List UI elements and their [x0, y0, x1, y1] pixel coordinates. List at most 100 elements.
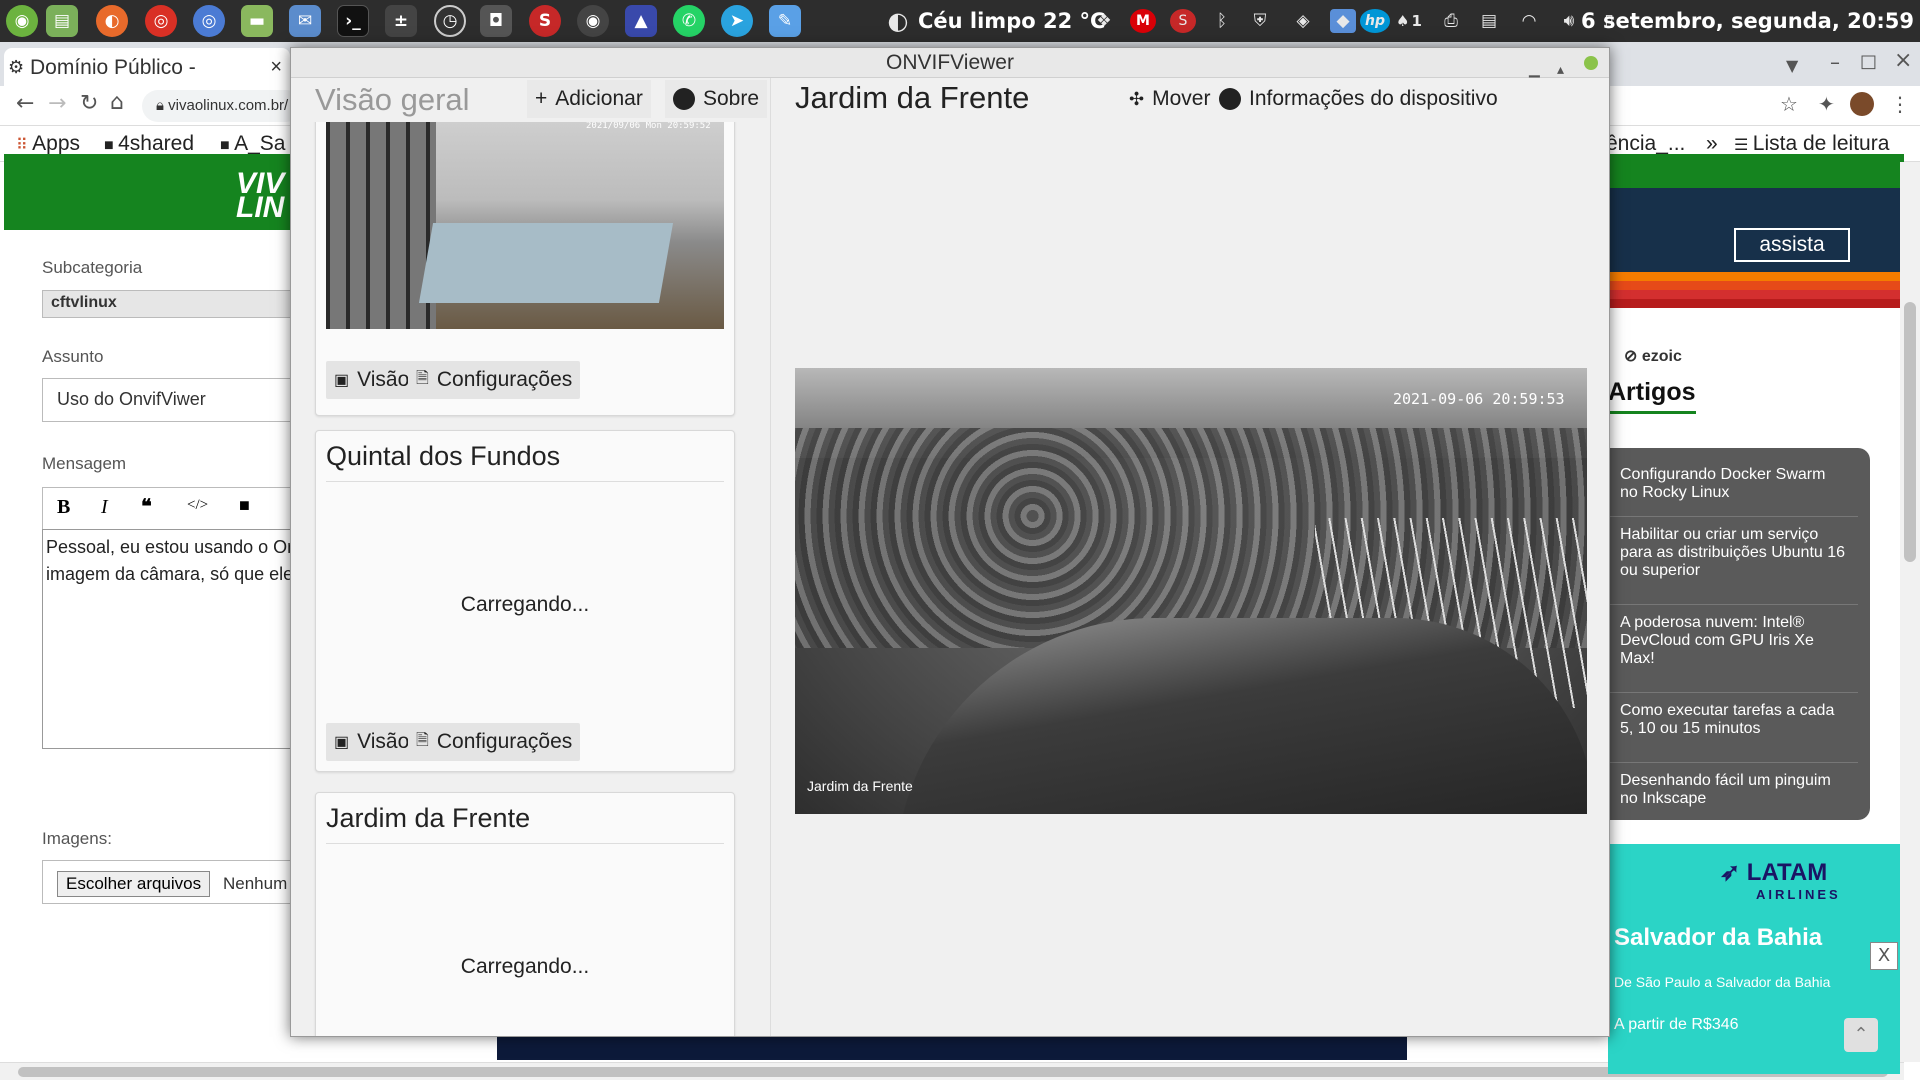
archive-app-icon[interactable]: ▲	[625, 5, 657, 37]
code-button[interactable]: </>	[187, 497, 208, 514]
article-divider	[1608, 762, 1858, 763]
bold-button[interactable]: B	[57, 496, 70, 519]
nvidia-icon[interactable]: ◈	[1288, 9, 1318, 33]
bookmark-encia[interactable]: ência_...	[1606, 132, 1685, 156]
clipboard-icon[interactable]: ▤	[1476, 9, 1502, 33]
camera-thumbnail[interactable]: 2021/09/06 Mon 20:59:52	[326, 122, 724, 329]
video-button[interactable]: ■	[239, 495, 250, 516]
clock-text[interactable]: 6 setembro, segunda, 20:59	[1581, 9, 1914, 33]
message-line: Pessoal, eu estou usando o On	[46, 537, 292, 557]
bookmark-apps[interactable]: ⠿ Apps	[16, 132, 80, 156]
chrome-close-icon[interactable]: ×	[1894, 48, 1912, 73]
ad-close-button[interactable]: X	[1870, 942, 1898, 970]
apps-grid-icon: ⠿	[16, 137, 33, 154]
bookmark-asa[interactable]: ■ A_Sa	[220, 132, 285, 156]
extensions-icon[interactable]: ✦	[1818, 92, 1835, 116]
webcam-app-icon[interactable]: ◉	[577, 5, 609, 37]
url-field[interactable]: 🔒︎ vivaolinux.com.br/	[142, 90, 302, 122]
article-link[interactable]: Como executar tarefas a cada 5, 10 ou 15…	[1608, 702, 1858, 738]
reload-icon[interactable]: ↻	[80, 91, 98, 116]
window-titlebar[interactable]: ONVIFViewer ▁ ▴	[291, 48, 1609, 78]
bookmark-star-icon[interactable]: ☆	[1780, 92, 1798, 116]
editor-app-icon[interactable]: ✎	[769, 5, 801, 37]
whatsapp-icon[interactable]: ✆	[673, 5, 705, 37]
firefox-icon[interactable]: ◐	[96, 5, 128, 37]
article-divider	[1608, 516, 1858, 517]
latam-ad[interactable]: ➶ LATAM AIRLINES Salvador da Bahia De Sã…	[1608, 844, 1900, 1074]
latam-brand: LATAM	[1746, 859, 1828, 886]
bookmark-more[interactable]: »	[1706, 132, 1718, 156]
chrome-maximize-icon[interactable]: □	[1860, 51, 1877, 72]
image-icon: ▣	[334, 372, 350, 389]
mint-menu-icon[interactable]: ◉	[6, 5, 38, 37]
loading-text: Carregando...	[460, 593, 590, 616]
chrome-menu-icon[interactable]: ⋮	[1890, 92, 1910, 116]
home-icon[interactable]: ⌂	[110, 90, 124, 115]
add-button[interactable]: + Adicionar	[527, 80, 651, 118]
camera-stream[interactable]: 2021-09-06 20:59:53 Jardim da Frente	[795, 368, 1587, 814]
ad-title: Salvador da Bahia	[1614, 924, 1823, 951]
article-link[interactable]: Habilitar ou criar um serviço para as di…	[1608, 526, 1858, 580]
volume-icon[interactable]: 🔊︎	[1554, 9, 1584, 33]
message-textarea[interactable]: Pessoal, eu estou usando o On imagem da …	[42, 529, 292, 749]
article-link[interactable]: Desenhando fácil um pinguim no Inkscape	[1608, 772, 1858, 808]
clock-app-icon[interactable]: ◷	[434, 5, 466, 37]
settings-button-label: Configurações	[436, 368, 573, 391]
scroll-top-button[interactable]: ⌃	[1844, 1018, 1878, 1052]
chrome-icon[interactable]: ◎	[145, 5, 177, 37]
device-info-label: Informações do dispositivo	[1249, 87, 1498, 110]
forward-icon[interactable]: →	[48, 91, 66, 116]
assista-button[interactable]: assista	[1734, 228, 1850, 262]
ad-stripes	[1608, 272, 1900, 308]
choose-files-button[interactable]: Escolher arquivos	[57, 871, 211, 897]
wifi-icon[interactable]: ◠	[1514, 9, 1544, 33]
file-input[interactable]: Escolher arquivos Nenhum	[42, 860, 292, 904]
mail-icon[interactable]: ✉	[289, 5, 321, 37]
settings-button[interactable]: 🗎︎ Configurações	[408, 361, 581, 399]
chrome-minimize-icon[interactable]: –	[1830, 50, 1840, 74]
tray-app-icon[interactable]: ◆	[1330, 9, 1356, 33]
subcategory-field[interactable]: cftvlinux	[42, 290, 292, 318]
calculator-icon[interactable]: ±	[385, 5, 417, 37]
hp-icon[interactable]: hp	[1360, 9, 1390, 33]
article-divider	[1608, 604, 1858, 605]
folder-icon[interactable]: ▬	[241, 5, 273, 37]
move-button[interactable]: ✣ Mover	[1121, 80, 1218, 118]
article-link[interactable]: Configurando Docker Swarm no Rocky Linux	[1608, 466, 1858, 502]
shield-icon[interactable]: ⛨	[1246, 9, 1274, 33]
video-ad-panel[interactable]: assista	[1608, 188, 1900, 308]
bluetooth-icon[interactable]: ᛒ	[1210, 9, 1234, 33]
italic-button[interactable]: I	[101, 496, 108, 519]
settings-button[interactable]: 🗎︎ Configurações	[408, 723, 581, 761]
browser-tab[interactable]: ⚙ Domínio Público - ×	[4, 48, 290, 86]
quote-button[interactable]: ❝	[141, 494, 152, 519]
screenshot-app-icon[interactable]: S	[529, 5, 561, 37]
weather-text[interactable]: Céu limpo 22 °C	[918, 9, 1105, 33]
onvif-app-icon[interactable]: ◘	[480, 5, 512, 37]
view-button[interactable]: ▣ Visão	[326, 361, 418, 399]
folder-icon: ■	[104, 137, 119, 154]
article-link[interactable]: A poderosa nuvem: Intel® DevCloud com GP…	[1608, 614, 1858, 668]
chrome-menu-down-icon[interactable]: ▼	[1786, 56, 1798, 75]
back-icon[interactable]: ←	[16, 91, 34, 116]
screenshot-tray-icon[interactable]: S	[1170, 9, 1196, 33]
subject-field[interactable]: Uso do OnvifViwer	[42, 378, 292, 422]
terminal-icon[interactable]: ›_	[337, 5, 369, 37]
mega-icon[interactable]: M	[1130, 9, 1156, 33]
device-info-button[interactable]: Informações do dispositivo	[1211, 80, 1506, 118]
reading-list[interactable]: ☰ Lista de leitura	[1734, 132, 1889, 156]
notification-icon[interactable]: ♠ 1	[1394, 9, 1424, 33]
telegram-icon[interactable]: ➤	[721, 5, 753, 37]
view-button[interactable]: ▣ Visão	[326, 723, 418, 761]
tab-close-icon[interactable]: ×	[270, 56, 282, 79]
bookmark-4shared[interactable]: ■ 4shared	[104, 132, 194, 156]
night-mode-icon[interactable]: ◐	[884, 7, 912, 35]
chromium-icon[interactable]: ◎	[193, 5, 225, 37]
add-button-label: Adicionar	[555, 87, 643, 110]
dropbox-icon[interactable]: ❖	[1090, 9, 1118, 33]
window-close-icon[interactable]	[1584, 56, 1598, 70]
printer-icon[interactable]: ⎙	[1436, 9, 1466, 33]
about-button[interactable]: Sobre	[665, 80, 768, 118]
files-icon[interactable]: ▤	[46, 5, 78, 37]
avatar[interactable]	[1850, 92, 1874, 116]
